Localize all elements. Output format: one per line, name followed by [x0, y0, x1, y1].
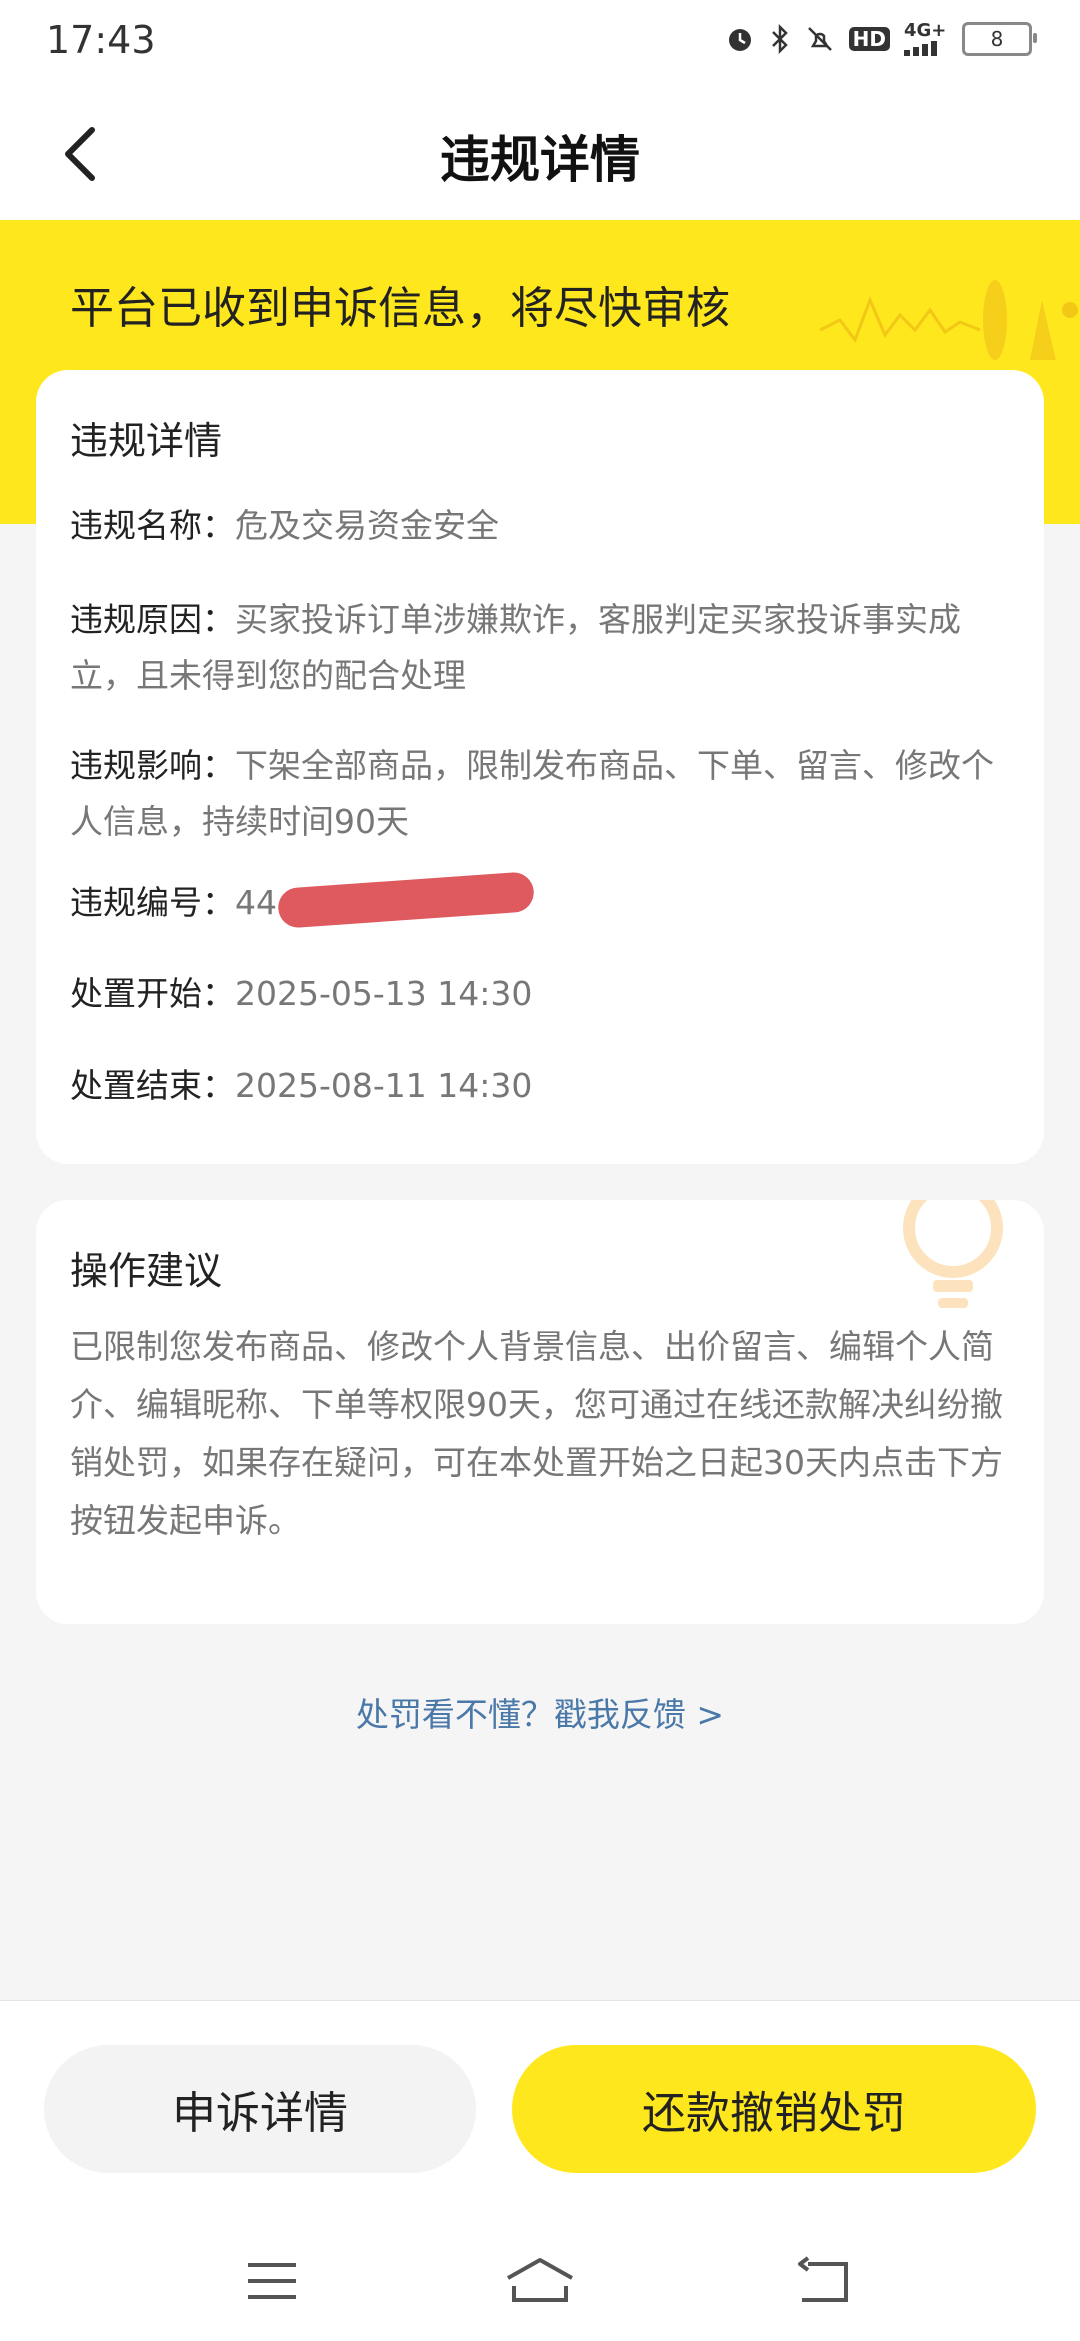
system-back-button[interactable]	[784, 2251, 864, 2311]
hd-icon: HD	[848, 27, 890, 51]
violation-details-card: 违规详情 违规名称：危及交易资金安全 违规原因：买家投诉订单涉嫌欺诈，客服判定买…	[36, 370, 1044, 1164]
penalty-start-row: 处置开始：2025-05-13 14:30	[70, 966, 1010, 1022]
nav-bar: 违规详情	[0, 84, 1080, 220]
network-label: 4G+	[904, 20, 947, 41]
alarm-icon	[728, 29, 751, 51]
menu-icon	[248, 2263, 296, 2299]
back-button[interactable]	[40, 114, 120, 194]
penalty-start-label: 处置开始：	[70, 974, 235, 1013]
suggestion-card: 操作建议 已限制您发布商品、修改个人背景信息、出价留言、编辑个人简介、编辑昵称、…	[36, 1200, 1044, 1624]
suggestion-card-title: 操作建议	[70, 1249, 223, 1293]
violation-id-label: 违规编号：	[70, 883, 235, 922]
system-menu-button[interactable]	[232, 2251, 312, 2311]
back-arrow-icon	[798, 2256, 848, 2302]
violation-name-value: 危及交易资金安全	[235, 506, 499, 545]
violation-id-row: 违规编号：44	[70, 875, 1010, 931]
penalty-start-value: 2025-05-13 14:30	[235, 974, 533, 1013]
chevron-left-icon	[65, 127, 95, 181]
status-icons: HD 4G+ 8	[725, 22, 1037, 56]
penalty-end-row: 处置结束：2025-08-11 14:30	[70, 1058, 1010, 1114]
decorative-pattern-icon	[820, 280, 1078, 360]
repay-revoke-penalty-button[interactable]: 还款撤销处罚	[512, 2045, 1036, 2173]
banner-text: 平台已收到申诉信息，将尽快审核	[70, 283, 730, 334]
bottom-action-bar: 申诉详情 还款撤销处罚	[0, 2000, 1080, 2341]
suggestion-text: 已限制您发布商品、修改个人背景信息、出价留言、编辑个人简介、编辑昵称、下单等权限…	[70, 1327, 1003, 1540]
page-title: 违规详情	[440, 131, 640, 189]
feedback-link[interactable]: 处罚看不懂？戳我反馈 >	[0, 1688, 1080, 1736]
battery-level: 8	[990, 27, 1004, 51]
home-icon	[507, 2258, 573, 2302]
violation-impact-label: 违规影响：	[70, 746, 235, 785]
appeal-details-button[interactable]: 申诉详情	[44, 2045, 476, 2173]
lightbulb-icon	[903, 1200, 1003, 1308]
status-time: 17:43	[46, 18, 156, 62]
violation-id-value: 44	[235, 883, 277, 922]
violation-name-label: 违规名称：	[70, 506, 235, 545]
violation-impact-row: 违规影响：下架全部商品，限制发布商品、下单、留言、修改个人信息，持续时间90天	[70, 738, 1010, 850]
violation-reason-label: 违规原因：	[70, 600, 235, 639]
system-home-button[interactable]	[500, 2251, 580, 2311]
violation-card-title: 违规详情	[70, 419, 223, 463]
violation-reason-row: 违规原因：买家投诉订单涉嫌欺诈，客服判定买家投诉事实成立，且未得到您的配合处理	[70, 592, 1010, 704]
penalty-end-label: 处置结束：	[70, 1066, 235, 1105]
signal-icon: 4G+	[904, 22, 948, 56]
status-bar: 17:43 HD 4G+ 8	[0, 0, 1080, 84]
battery-icon: 8	[962, 22, 1037, 56]
mute-icon	[807, 27, 832, 51]
bluetooth-icon	[771, 23, 788, 55]
violation-name-row: 违规名称：危及交易资金安全	[70, 498, 1010, 554]
penalty-end-value: 2025-08-11 14:30	[235, 1066, 533, 1105]
